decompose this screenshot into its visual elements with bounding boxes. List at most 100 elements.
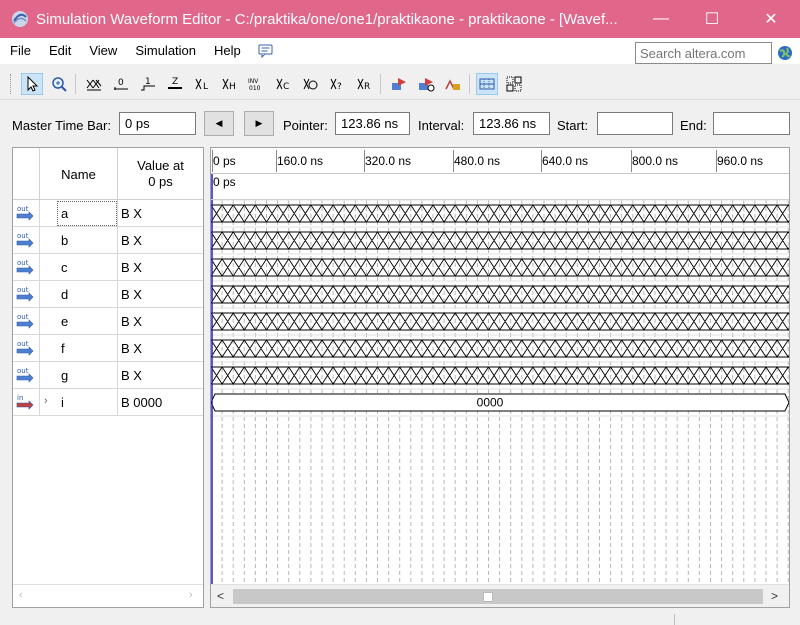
name-column-header[interactable]: Name — [39, 148, 117, 200]
output-pin-icon: out — [16, 367, 34, 383]
pin-direction-label: in — [17, 394, 23, 402]
svg-text:?: ? — [337, 82, 342, 92]
ruler-tick-label: 480.0 ns — [454, 154, 501, 168]
svg-text:0: 0 — [118, 78, 124, 88]
start-field[interactable] — [597, 112, 673, 135]
column-divider — [117, 308, 118, 335]
pin-direction-label: out — [17, 259, 29, 267]
signal-name: g — [61, 368, 69, 383]
svg-text:C: C — [283, 82, 289, 92]
signal-name: i — [61, 395, 64, 410]
menu-view[interactable]: View — [80, 38, 126, 64]
count-value-button[interactable]: C — [272, 73, 294, 95]
pointer-field[interactable] — [335, 112, 410, 135]
column-divider — [117, 227, 118, 254]
scroll-left-arrow-icon[interactable]: ‹ — [19, 589, 23, 601]
signal-row-e[interactable]: out e B X — [13, 308, 203, 335]
right-triangle-icon: ▶ — [255, 118, 263, 128]
scrollbar-track[interactable] — [233, 589, 763, 604]
signal-row-g[interactable]: out g B X — [13, 362, 203, 389]
zoom-tool-button[interactable] — [48, 73, 70, 95]
output-pin-icon: out — [16, 340, 34, 356]
force-weak-high-icon: H — [222, 78, 236, 92]
signal-list-horizontal-scrollbar[interactable]: ‹ › — [13, 584, 203, 607]
pin-direction-label: out — [17, 232, 29, 240]
next-transition-button[interactable]: ▶ — [244, 111, 274, 136]
value-column-header[interactable]: Value at 0 ps — [117, 148, 203, 200]
signal-row-f[interactable]: out f B X — [13, 335, 203, 362]
globe-icon[interactable] — [777, 45, 793, 61]
scroll-right-arrow-icon[interactable]: › — [189, 589, 193, 601]
ruler-major-tick — [716, 150, 717, 172]
close-button[interactable]: ✕ — [748, 0, 794, 38]
signal-row-c[interactable]: out c B X — [13, 254, 203, 281]
expand-chevron-icon[interactable]: › — [44, 395, 48, 407]
column-divider — [39, 362, 40, 389]
clock-wave-icon — [303, 78, 318, 90]
run-timing-simulation-button[interactable] — [415, 73, 437, 95]
force-high-impedance-button[interactable]: Z — [164, 73, 186, 95]
invert-button[interactable]: INV 010 — [245, 73, 267, 95]
force-weak-low-icon: L — [195, 78, 208, 92]
snap-to-grid-button[interactable] — [476, 73, 498, 95]
minimize-button[interactable]: — — [638, 0, 684, 38]
column-divider — [117, 362, 118, 389]
overwrite-clock-button[interactable] — [299, 73, 321, 95]
align-grid-icon — [506, 76, 522, 92]
scrollbar-thumb[interactable] — [483, 592, 493, 602]
invert-icon: INV010 — [248, 78, 261, 92]
align-to-grid-button[interactable] — [503, 73, 525, 95]
menu-file[interactable]: File — [0, 38, 40, 64]
output-pin-icon: out — [16, 259, 34, 275]
time-ruler[interactable]: 0 ps 160.0 ns 320.0 ns 480.0 ns 640.0 ns 800.… — [211, 148, 789, 174]
column-divider — [117, 389, 118, 416]
menu-help[interactable]: Help — [205, 38, 250, 64]
force-high-button[interactable]: 1 — [137, 73, 159, 95]
column-divider — [39, 254, 40, 281]
ruler-major-tick — [541, 150, 542, 172]
random-values-button[interactable]: ? — [326, 73, 348, 95]
interval-label: Interval: — [418, 118, 465, 133]
signal-value: B 0000 — [121, 395, 163, 410]
run-functional-simulation-button[interactable] — [388, 73, 410, 95]
signal-value: B X — [121, 233, 142, 248]
feedback-icon[interactable] — [258, 43, 274, 59]
svg-text:010: 010 — [249, 85, 261, 92]
column-divider — [117, 335, 118, 362]
run-functional-simulation-icon — [392, 78, 406, 90]
ruler-major-tick — [276, 150, 277, 172]
force-low-icon: 0 — [114, 78, 128, 90]
end-field[interactable] — [713, 112, 790, 135]
scroll-right-icon[interactable]: > — [771, 589, 778, 603]
menu-edit[interactable]: Edit — [40, 38, 80, 64]
signal-row-d[interactable]: out d B X — [13, 281, 203, 308]
signal-name: c — [61, 260, 68, 275]
force-weak-low-button[interactable]: L — [191, 73, 213, 95]
master-time-bar-field[interactable] — [119, 112, 196, 135]
overwrite-value-icon: R — [357, 78, 370, 92]
scroll-left-icon[interactable]: < — [217, 589, 224, 603]
overwrite-value-button[interactable]: R — [353, 73, 375, 95]
search-input[interactable] — [635, 42, 772, 64]
svg-text:Z: Z — [172, 77, 178, 87]
generate-netlist-button[interactable] — [442, 73, 464, 95]
waveform-pane[interactable]: 0000 0 ps 160.0 ns 320.0 ns 480.0 ns 640.0 n… — [210, 147, 790, 608]
signal-row-a[interactable]: out a B X — [13, 200, 203, 227]
force-unknown-button[interactable] — [83, 73, 105, 95]
start-label: Start: — [557, 118, 589, 133]
waveform-canvas[interactable]: 0000 — [211, 148, 789, 584]
maximize-button[interactable]: ☐ — [689, 0, 735, 38]
toolbar-grip[interactable] — [10, 74, 12, 94]
menu-simulation[interactable]: Simulation — [126, 38, 205, 64]
force-weak-high-button[interactable]: H — [218, 73, 240, 95]
column-divider — [39, 200, 40, 227]
signal-row-b[interactable]: out b B X — [13, 227, 203, 254]
interval-field[interactable] — [473, 112, 550, 135]
zoom-icon — [52, 77, 67, 92]
value-column-header-text: Value at 0 ps — [137, 158, 184, 189]
waveform-horizontal-scrollbar[interactable]: < > — [211, 584, 789, 607]
previous-transition-button[interactable]: ◀ — [204, 111, 234, 136]
signal-row-i[interactable]: in › i B 0000 — [13, 389, 203, 416]
force-low-button[interactable]: 0 — [110, 73, 132, 95]
selection-tool-button[interactable] — [21, 73, 43, 95]
